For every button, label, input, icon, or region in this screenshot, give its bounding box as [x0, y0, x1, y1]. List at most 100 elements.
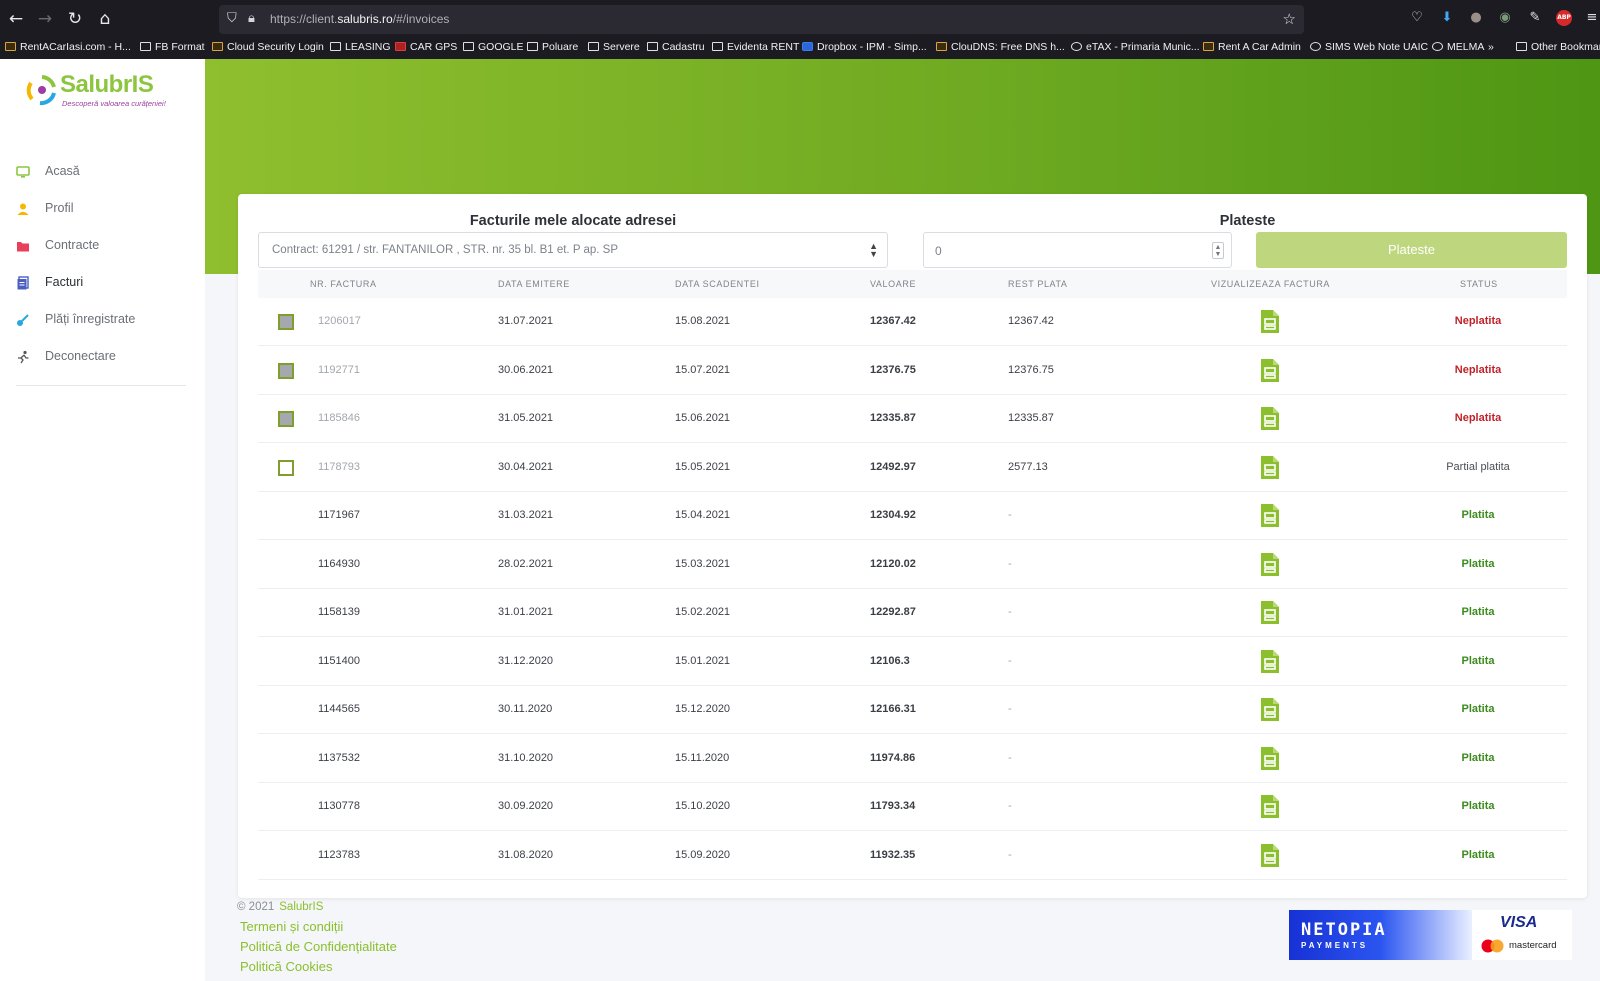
view-invoice-document-icon[interactable] [1260, 309, 1280, 334]
bookmark-item[interactable]: Rent A Car Admin [1203, 41, 1301, 53]
bookmark-item[interactable]: Poluare [527, 41, 578, 53]
status-badge: Partial platita [1446, 460, 1510, 473]
invoice-issue-date: 31.05.2021 [498, 412, 554, 424]
bookmark-item[interactable]: Servere [588, 41, 640, 53]
bookmark-item[interactable]: » [1488, 41, 1494, 53]
eyedropper-icon[interactable]: ✎ [1527, 10, 1543, 26]
table-row: 1130778 30.09.2020 15.10.2020 11793.34 - Plat… [258, 783, 1567, 831]
bookmark-item[interactable]: CAR GPS [395, 41, 457, 53]
bookmark-item[interactable]: GOOGLE [463, 41, 524, 53]
folder-icon [588, 42, 599, 51]
sidebar-item-invoice[interactable]: Facturi [0, 268, 205, 298]
invoice-checkbox[interactable] [278, 411, 294, 427]
sidebar-item-folder[interactable]: Contracte [0, 231, 205, 261]
invoice-value: 12376.75 [870, 363, 916, 376]
status-badge: Platita [1461, 654, 1495, 667]
bookmark-item[interactable]: Evidenta RENT [712, 41, 799, 53]
reload-icon[interactable]: ↻ [64, 8, 86, 30]
view-invoice-document-icon[interactable] [1260, 503, 1280, 528]
sidebar-item-user[interactable]: Profil [0, 194, 205, 224]
bookmark-item[interactable]: Other Bookmar [1516, 41, 1600, 53]
header-vizualizeaza: VIZUALIZEAZA FACTURA [1211, 279, 1331, 289]
cookies-link[interactable]: Politică Cookies [240, 959, 333, 974]
lock-icon[interactable]: 🔒︎ [248, 11, 255, 26]
view-invoice-document-icon[interactable] [1260, 600, 1280, 625]
globe-icon [1071, 42, 1082, 51]
invoice-number: 1171967 [318, 509, 361, 521]
folder-icon [140, 42, 151, 51]
view-invoice-document-icon[interactable] [1260, 358, 1280, 383]
bookmark-item[interactable]: FB Format [140, 41, 205, 53]
table-row: 1158139 31.01.2021 15.02.2021 12292.87 - Plat… [258, 589, 1567, 637]
pocket-icon[interactable]: ♡ [1409, 10, 1425, 26]
sidebar-item-monitor[interactable]: Acasă [0, 157, 205, 187]
back-icon[interactable]: ← [5, 8, 27, 30]
invoice-issue-date: 31.08.2020 [498, 848, 554, 861]
footer-brand-link[interactable]: SalubrIS [279, 901, 323, 913]
visa-logo: VISA [1500, 914, 1538, 931]
status-badge: Neplatita [1454, 363, 1502, 376]
adblock-icon[interactable]: ABP [1556, 10, 1572, 26]
bookmark-item[interactable]: SIMS Web Note UAIC [1310, 41, 1428, 53]
bookmark-label: ClouDNS: Free DNS h... [951, 41, 1065, 53]
bookmark-item[interactable]: Cadastru [647, 41, 705, 53]
table-row: 1151400 31.12.2020 15.01.2021 12106.3 - Plati… [258, 638, 1567, 686]
home-icon[interactable]: ⌂ [94, 8, 116, 30]
bookmark-item[interactable]: Cloud Security Login [212, 41, 324, 53]
table-row: 1164930 28.02.2021 15.03.2021 12120.02 - Plat… [258, 541, 1567, 589]
logo-name: SalubrIS [60, 71, 154, 98]
download-icon[interactable]: ⬇ [1439, 10, 1455, 26]
view-invoice-document-icon[interactable] [1260, 843, 1280, 868]
amount-input[interactable]: 0 ▲ ▼ [923, 232, 1232, 268]
invoice-issue-date: 31.07.2021 [498, 315, 554, 327]
invoice-due-date: 15.05.2021 [675, 460, 731, 473]
invoice-checkbox[interactable] [278, 314, 294, 330]
view-invoice-document-icon[interactable] [1260, 455, 1280, 480]
bookmark-item[interactable]: ClouDNS: Free DNS h... [936, 41, 1065, 53]
pay-title: Plateste [1219, 213, 1276, 229]
url-bar[interactable]: ⛉ 🔒︎ https://client.salubris.ro/#/invoic… [219, 5, 1304, 34]
bookmark-item[interactable]: MELMA [1432, 41, 1484, 53]
salubris-logo[interactable]: SalubrIS Descoperă valoarea curățeniei! [26, 71, 176, 111]
view-invoice-document-icon[interactable] [1260, 406, 1280, 431]
spinner-icon[interactable]: ▲ ▼ [1212, 242, 1224, 259]
view-invoice-document-icon[interactable] [1260, 649, 1280, 674]
bookmark-star-icon[interactable]: ☆ [1283, 10, 1296, 28]
invoice-remaining: - [1008, 654, 1012, 667]
sidebar-item-logout[interactable]: Deconectare [0, 342, 205, 372]
view-invoice-document-icon[interactable] [1260, 794, 1280, 819]
invoice-checkbox[interactable] [278, 459, 294, 476]
view-invoice-document-icon[interactable] [1260, 746, 1280, 771]
terms-link[interactable]: Termeni și condiții [240, 919, 343, 934]
bookmark-item[interactable]: Dropbox - IPM - Simp... [802, 41, 927, 53]
sidebar-item-payment[interactable]: Plăți înregistrate [0, 305, 205, 335]
contract-select[interactable]: Contract: 61291 / str. FANTANILOR , STR.… [258, 232, 888, 268]
invoice-value: 12492.97 [870, 460, 916, 473]
invoice-issue-date: 31.03.2021 [498, 509, 554, 521]
invoice-checkbox[interactable] [278, 362, 294, 379]
extension-icon[interactable]: ● [1468, 10, 1484, 26]
invoice-due-date: 15.01.2021 [675, 654, 731, 667]
menu-icon[interactable]: ≡ [1584, 10, 1600, 26]
pay-button[interactable]: Plateste [1256, 232, 1567, 268]
shield-icon[interactable]: ⛉ [227, 11, 237, 26]
invoice-due-date: 15.09.2020 [675, 848, 731, 861]
invoice-remaining: - [1008, 557, 1012, 570]
bookmark-label: Evidenta RENT [727, 41, 800, 53]
bookmark-item[interactable]: eTAX - Primaria Munic... [1071, 41, 1200, 53]
view-invoice-document-icon[interactable] [1260, 552, 1280, 577]
bookmark-item[interactable]: RentACarIasi.com - H... [5, 41, 131, 53]
url-text[interactable]: https://client.salubris.ro/#/invoices [270, 12, 449, 26]
mastercard-logo-text: mastercard [1509, 940, 1557, 951]
table-row: 1123783 31.08.2020 15.09.2020 11932.35 - Plat… [258, 832, 1567, 880]
bookmark-item[interactable]: LEASING [330, 41, 391, 53]
extension-icon[interactable]: ◉ [1497, 10, 1513, 26]
view-invoice-document-icon[interactable] [1260, 697, 1280, 722]
favicon-icon [212, 42, 223, 51]
forward-icon[interactable]: → [34, 8, 56, 30]
privacy-link[interactable]: Politică de Confidențialitate [240, 939, 397, 954]
favicon-icon [5, 42, 16, 51]
invoice-due-date: 15.04.2021 [675, 509, 731, 521]
header-rest-plata: REST PLATA [1008, 279, 1068, 289]
footer-copyright: © 2021 SalubrIS [237, 901, 324, 913]
